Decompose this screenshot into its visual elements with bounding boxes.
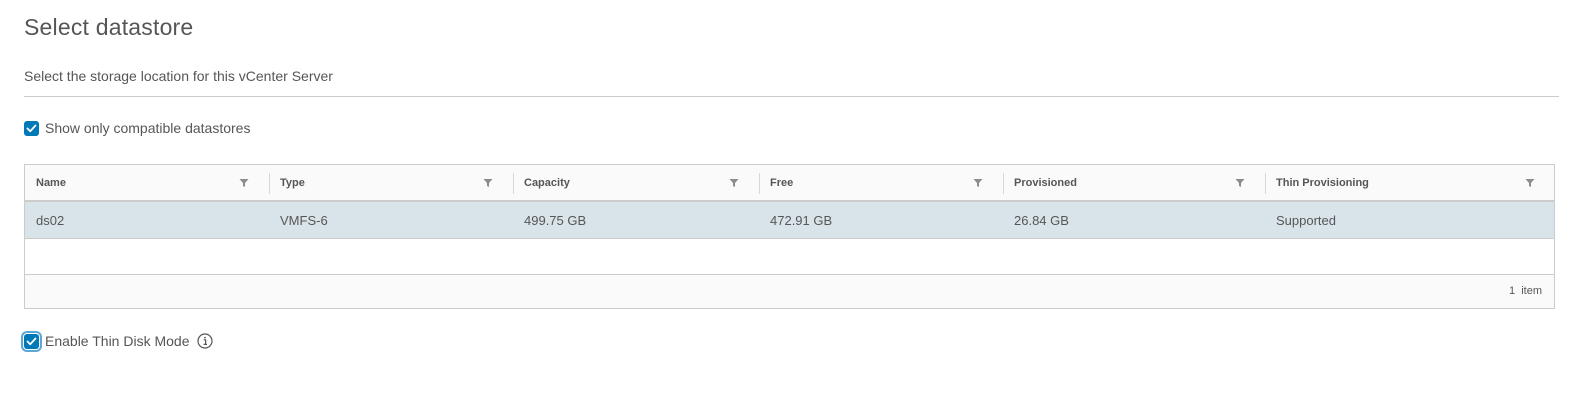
item-count: 1 item	[1508, 285, 1542, 297]
checkmark-icon	[26, 124, 37, 132]
grid-empty-area	[25, 239, 1554, 275]
cell-capacity: 499.75 GB	[524, 212, 587, 228]
thin-disk-mode-label[interactable]: Enable Thin Disk Mode	[45, 333, 189, 349]
column-header-provisioned[interactable]: Provisioned	[1003, 165, 1265, 200]
column-separator[interactable]	[513, 173, 514, 194]
select-datastore-page: Select datastore Select the storage loca…	[0, 0, 1591, 415]
cell-type: VMFS-6	[280, 212, 328, 228]
filter-icon[interactable]	[1525, 178, 1535, 188]
thin-disk-mode-checkbox[interactable]	[21, 330, 42, 352]
grid-footer: 1 item	[25, 275, 1554, 308]
cell-name: ds02	[36, 212, 65, 228]
column-separator[interactable]	[269, 173, 270, 194]
filter-icon[interactable]	[973, 178, 983, 188]
column-header-thin-provisioning[interactable]: Thin Provisioning	[1265, 165, 1554, 200]
filter-icon[interactable]	[1235, 178, 1245, 188]
info-icon[interactable]	[197, 333, 214, 349]
column-header-free[interactable]: Free	[759, 165, 1003, 200]
column-separator[interactable]	[1265, 173, 1266, 194]
column-separator[interactable]	[1003, 173, 1004, 194]
filter-icon[interactable]	[483, 178, 493, 188]
column-header-type[interactable]: Type	[269, 165, 513, 200]
divider	[24, 96, 1559, 97]
filter-icon[interactable]	[239, 178, 249, 188]
compatible-datastores-option: Show only compatible datastores	[24, 120, 250, 136]
page-title: Select datastore	[24, 14, 194, 40]
compatible-datastores-label[interactable]: Show only compatible datastores	[45, 120, 250, 136]
datastore-grid: Name Type Capacity Free Provisioned Thin…	[24, 164, 1555, 309]
table-row[interactable]: ds02 VMFS-6 499.75 GB 472.91 GB 26.84 GB…	[25, 202, 1554, 239]
grid-header: Name Type Capacity Free Provisioned Thin…	[25, 165, 1554, 202]
checkmark-icon	[26, 337, 37, 345]
compatible-datastores-checkbox[interactable]	[24, 120, 39, 136]
column-header-name[interactable]: Name	[25, 165, 269, 200]
cell-thin-provisioning: Supported	[1276, 212, 1336, 228]
column-header-capacity[interactable]: Capacity	[513, 165, 759, 200]
filter-icon[interactable]	[729, 178, 739, 188]
column-separator[interactable]	[759, 173, 760, 194]
cell-provisioned: 26.84 GB	[1014, 212, 1069, 228]
info-icon-glyph	[197, 333, 214, 349]
page-subtitle: Select the storage location for this vCe…	[24, 68, 333, 84]
cell-free: 472.91 GB	[770, 212, 833, 228]
thin-disk-mode-option: Enable Thin Disk Mode	[21, 330, 214, 352]
